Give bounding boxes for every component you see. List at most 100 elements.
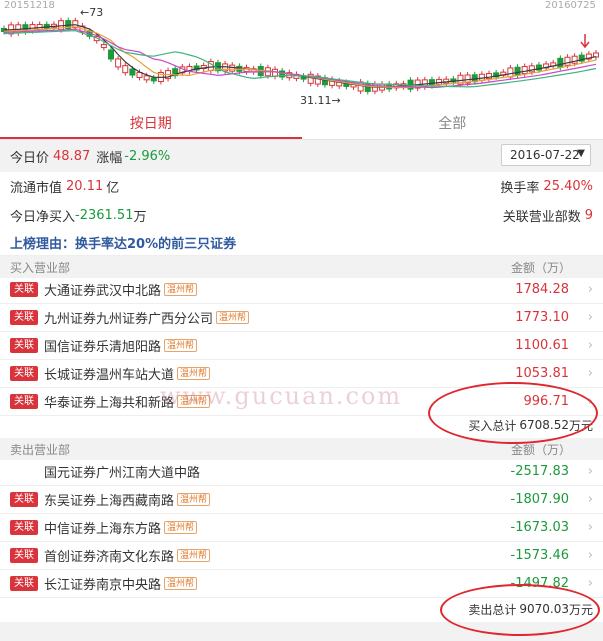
sell-total-label: 卖出总计 — [468, 602, 517, 617]
buy-row[interactable]: 关联 长城证券温州车站大道 温州帮 1053.81 › — [0, 360, 603, 388]
candle-body — [564, 56, 571, 66]
kline-chart[interactable]: 20151218 20160725 ←73 31.11→ — [0, 0, 603, 110]
current-marker-arrow-icon — [580, 34, 590, 49]
candle-body — [521, 66, 528, 75]
candle-body — [107, 49, 114, 60]
broker-amount: 996.71 — [523, 394, 570, 409]
sell-row[interactable]: 关联 东吴证券上海西藏南路 温州帮 -1807.90 › — [0, 486, 603, 514]
broker-name: 首创证券济南文化东路 — [44, 550, 175, 565]
chart-start-date: 20151218 — [4, 0, 55, 11]
broker-name: 东吴证券上海西藏南路 — [44, 494, 175, 509]
chevron-right-icon: › — [587, 282, 593, 297]
dept-count-value: 9 — [584, 207, 593, 223]
change-value: -2.96% — [124, 148, 171, 164]
sell-row[interactable]: 关联 中信证券上海东方路 温州帮 -1673.03 › — [0, 514, 603, 542]
sell-header-label: 卖出营业部 — [10, 442, 71, 457]
broker-amount: -2517.83 — [510, 464, 569, 479]
group-badge: 温州帮 — [216, 311, 250, 324]
ma60-line — [3, 30, 597, 88]
tab-bar: 按日期 全部 — [0, 110, 603, 140]
group-badge: 温州帮 — [164, 521, 198, 534]
chart-low-label: 31.11→ — [300, 94, 341, 107]
candle-body — [115, 58, 122, 68]
bottom-spacer — [0, 622, 603, 641]
net-buy-unit: 万 — [133, 209, 147, 225]
kline-svg: 20151218 20160725 ←73 31.11→ — [1, 0, 599, 107]
turnover-value: 25.40% — [543, 178, 593, 194]
buy-row[interactable]: 关联 九州证券九州证券广西分公司 温州帮 1773.10 › — [0, 304, 603, 332]
sell-total-row: 卖出总计 9070.03 万元 — [0, 596, 603, 622]
broker-name: 九州证券九州证券广西分公司 — [44, 312, 214, 327]
change-label: 涨幅 — [96, 150, 123, 166]
float-cap-label: 流通市值 — [10, 180, 63, 196]
candle-body — [528, 65, 535, 73]
buy-row[interactable]: 关联 大通证券武汉中北路 温州帮 1784.28 › — [0, 276, 603, 304]
buy-total-unit: 万元 — [568, 418, 593, 433]
chevron-right-icon: › — [587, 338, 593, 353]
candle-body — [100, 44, 107, 49]
broker-amount: -1673.03 — [510, 520, 569, 535]
related-tag: 关联 — [10, 366, 38, 381]
date-select-value: 2016-07-22 — [510, 148, 580, 162]
price-value: 48.87 — [53, 148, 91, 164]
date-select[interactable]: 2016-07-22 ▼ — [501, 144, 591, 166]
candle-body — [557, 57, 564, 68]
group-badge: 温州帮 — [177, 493, 211, 506]
candle-body — [122, 65, 129, 74]
buy-header: 买入营业部 金额（万） — [0, 256, 603, 278]
group-badge: 温州帮 — [164, 339, 198, 352]
sell-total-value: 9070.03 — [519, 602, 569, 616]
broker-name: 国元证券广州江南大道中路 — [44, 466, 201, 481]
net-buy-value: -2361.51 — [75, 207, 134, 223]
float-cap-row: 流通市值 20.11 亿 换手率 25.40% — [0, 172, 603, 200]
broker-name: 大通证券武汉中北路 — [44, 284, 162, 299]
net-buy-row: 今日净买入 -2361.51 万 关联营业部数 9 — [0, 200, 603, 230]
broker-name: 长城证券温州车站大道 — [44, 368, 175, 383]
buy-total-label: 买入总计 — [468, 418, 517, 433]
sell-row[interactable]: 国元证券广州江南大道中路 -2517.83 › — [0, 458, 603, 486]
related-tag: 关联 — [10, 394, 38, 409]
broker-name: 华泰证券上海共和新路 — [44, 396, 175, 411]
price-label: 今日价 — [10, 150, 50, 166]
buy-row[interactable]: 关联 国信证券乐清旭阳路 温州帮 1100.61 › — [0, 332, 603, 360]
broker-amount: 1773.10 — [515, 310, 569, 325]
broker-name: 国信证券乐清旭阳路 — [44, 340, 162, 355]
group-badge: 温州帮 — [177, 367, 211, 380]
tab-all[interactable]: 全部 — [302, 110, 603, 139]
chevron-right-icon: › — [587, 520, 593, 535]
moving-averages — [3, 24, 597, 89]
tab-by-date[interactable]: 按日期 — [0, 110, 302, 139]
buy-total-row: 买入总计 6708.52 万元 — [0, 412, 603, 438]
chart-high-label: ←73 — [80, 6, 103, 19]
related-tag: 关联 — [10, 576, 38, 591]
chevron-right-icon: › — [587, 366, 593, 381]
group-badge: 温州帮 — [177, 395, 211, 408]
chevron-right-icon: › — [587, 492, 593, 507]
candle-body — [507, 67, 514, 78]
sell-amount-header: 金额（万） — [510, 442, 571, 457]
chart-end-date: 20160725 — [545, 0, 596, 11]
buy-amount-header: 金额（万） — [510, 260, 571, 275]
related-tag: 关联 — [10, 492, 38, 507]
group-badge: 温州帮 — [164, 283, 198, 296]
listing-reason-row: 上榜理由：换手率达20%的前三只证券 — [0, 230, 603, 256]
chevron-right-icon: › — [587, 548, 593, 563]
price-row: 今日价 48.87 涨幅 -2.96% 2016-07-22 ▼ — [0, 140, 603, 172]
sell-row[interactable]: 关联 首创证券济南文化东路 温州帮 -1573.46 › — [0, 542, 603, 570]
sell-total-unit: 万元 — [568, 602, 593, 617]
buy-header-label: 买入营业部 — [10, 260, 71, 275]
broker-amount: 1053.81 — [515, 366, 569, 381]
broker-name: 长江证券南京中央路 — [44, 578, 162, 593]
related-tag: 关联 — [10, 548, 38, 563]
candle-body — [143, 75, 150, 81]
broker-amount: 1784.28 — [515, 282, 569, 297]
group-badge: 温州帮 — [177, 549, 211, 562]
float-cap-unit: 亿 — [106, 180, 120, 196]
turnover-label: 换手率 — [500, 180, 540, 196]
dept-count-label: 关联营业部数 — [502, 209, 581, 225]
chevron-right-icon: › — [587, 464, 593, 479]
sell-row[interactable]: 关联 长江证券南京中央路 温州帮 -1497.82 › — [0, 570, 603, 598]
related-tag: 关联 — [10, 338, 38, 353]
broker-amount: -1807.90 — [510, 492, 569, 507]
ma10-line — [3, 26, 597, 89]
